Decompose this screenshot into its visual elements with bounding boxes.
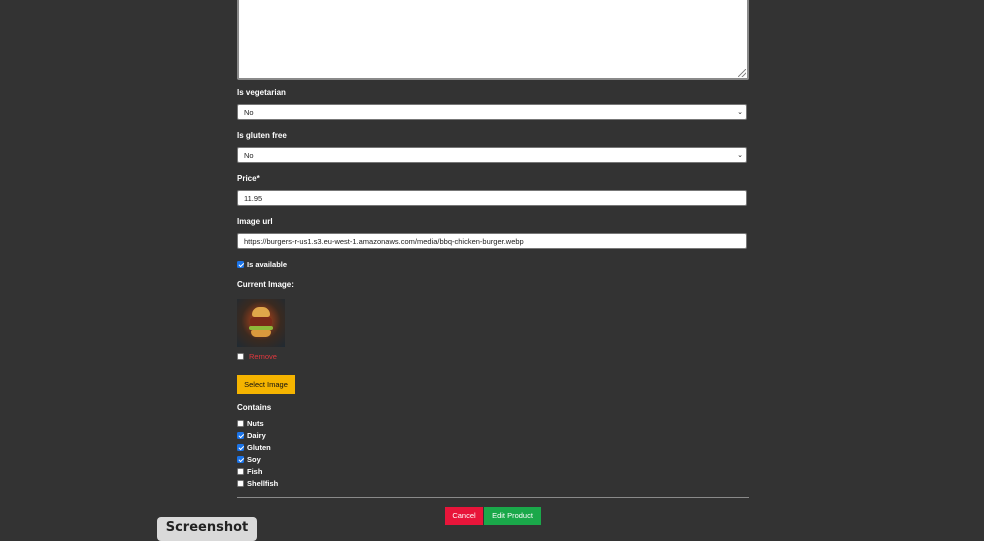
is-vegetarian-select[interactable]: No ⌄ — [237, 104, 747, 120]
is-gluten-free-label: Is gluten free — [237, 131, 287, 140]
fish-label: Fish — [247, 467, 263, 476]
nuts-label: Nuts — [247, 419, 264, 428]
shellfish-label: Shellfish — [247, 479, 279, 488]
remove-image-checkbox[interactable] — [237, 353, 244, 360]
cancel-button[interactable]: Cancel — [445, 507, 483, 525]
is-available-label: Is available — [247, 260, 288, 269]
is-gluten-free-value: No — [244, 151, 254, 160]
dairy-label: Dairy — [247, 431, 266, 440]
chevron-down-icon: ⌄ — [737, 109, 743, 116]
is-vegetarian-label: Is vegetarian — [237, 88, 286, 97]
edit-product-button[interactable]: Edit Product — [484, 507, 541, 525]
gluten-checkbox[interactable] — [237, 444, 244, 451]
price-label: Price* — [237, 174, 260, 183]
nuts-checkbox[interactable] — [237, 420, 244, 427]
chevron-down-icon: ⌄ — [737, 152, 743, 159]
contains-label: Contains — [237, 403, 272, 412]
dairy-checkbox[interactable] — [237, 432, 244, 439]
resize-handle-icon[interactable] — [738, 69, 746, 77]
is-gluten-free-select[interactable]: No ⌄ — [237, 147, 747, 163]
is-available-checkbox[interactable] — [237, 261, 244, 268]
current-image-label: Current Image: — [237, 280, 294, 289]
soy-checkbox[interactable] — [237, 456, 244, 463]
price-input[interactable]: 11.95 — [237, 190, 747, 206]
shellfish-checkbox[interactable] — [237, 480, 244, 487]
select-image-button[interactable]: Select Image — [237, 375, 295, 394]
screenshot-button[interactable]: Screenshot — [157, 517, 257, 541]
form-divider — [237, 497, 749, 498]
current-image-thumbnail — [237, 299, 285, 347]
fish-checkbox[interactable] — [237, 468, 244, 475]
remove-image-label: Remove — [249, 352, 277, 361]
is-vegetarian-value: No — [244, 108, 254, 117]
gluten-label: Gluten — [247, 443, 271, 452]
image-url-input[interactable]: https://burgers-r-us1.s3.eu-west-1.amazo… — [237, 233, 747, 249]
image-url-label: Image url — [237, 217, 273, 226]
description-textarea[interactable] — [237, 0, 749, 80]
soy-label: Soy — [247, 455, 261, 464]
